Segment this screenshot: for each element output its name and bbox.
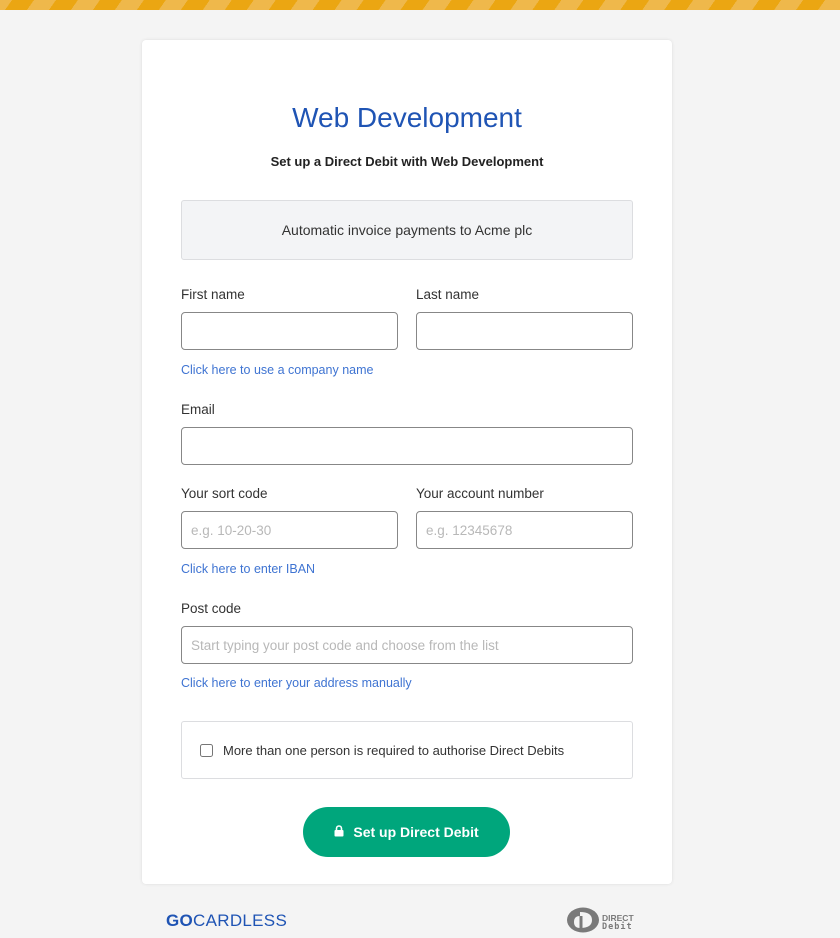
- payment-description: Automatic invoice payments to Acme plc: [281, 222, 533, 238]
- multi-authorisation-box: More than one person is required to auth…: [181, 721, 633, 779]
- top-decorative-stripe: [0, 0, 840, 10]
- account-number-label: Your account number: [416, 486, 544, 501]
- gocardless-logo-go: GO: [166, 911, 194, 930]
- first-name-label: First name: [181, 287, 245, 302]
- lock-icon: [334, 824, 344, 840]
- page-title: Web Development: [292, 102, 522, 133]
- post-code-label: Post code: [181, 601, 242, 616]
- sort-code-label: Your sort code: [181, 486, 268, 501]
- sort-code-input[interactable]: [181, 511, 398, 549]
- enter-iban-link[interactable]: Click here to enter IBAN: [181, 562, 315, 576]
- email-input[interactable]: [181, 427, 633, 465]
- submit-label: Set up Direct Debit: [353, 824, 479, 840]
- direct-debit-emblem-icon: [566, 907, 600, 938]
- direct-debit-logo: DIRECT Debit: [566, 907, 634, 938]
- email-label: Email: [181, 402, 215, 417]
- page-subtitle: Set up a Direct Debit with Web Developme…: [270, 154, 544, 169]
- gocardless-logo-rest: CARDLESS: [193, 911, 288, 930]
- direct-debit-logo-line2: Debit: [602, 921, 633, 932]
- payment-description-box: Automatic invoice payments to Acme plc: [181, 200, 633, 260]
- multi-authorisation-checkbox[interactable]: [200, 743, 213, 757]
- use-company-name-link[interactable]: Click here to use a company name: [181, 363, 373, 377]
- direct-debit-form-card: Web Development Set up a Direct Debit wi…: [142, 40, 672, 884]
- account-number-input[interactable]: [416, 511, 633, 549]
- set-up-direct-debit-button[interactable]: Set up Direct Debit: [303, 807, 510, 857]
- post-code-input[interactable]: [181, 626, 633, 664]
- last-name-input[interactable]: [416, 312, 633, 350]
- first-name-input[interactable]: [181, 312, 398, 350]
- last-name-label: Last name: [416, 287, 480, 302]
- enter-address-manually-link[interactable]: Click here to enter your address manuall…: [181, 676, 412, 690]
- multi-authorisation-label[interactable]: More than one person is required to auth…: [223, 743, 564, 758]
- gocardless-logo: GOCARDLESS: [166, 911, 287, 931]
